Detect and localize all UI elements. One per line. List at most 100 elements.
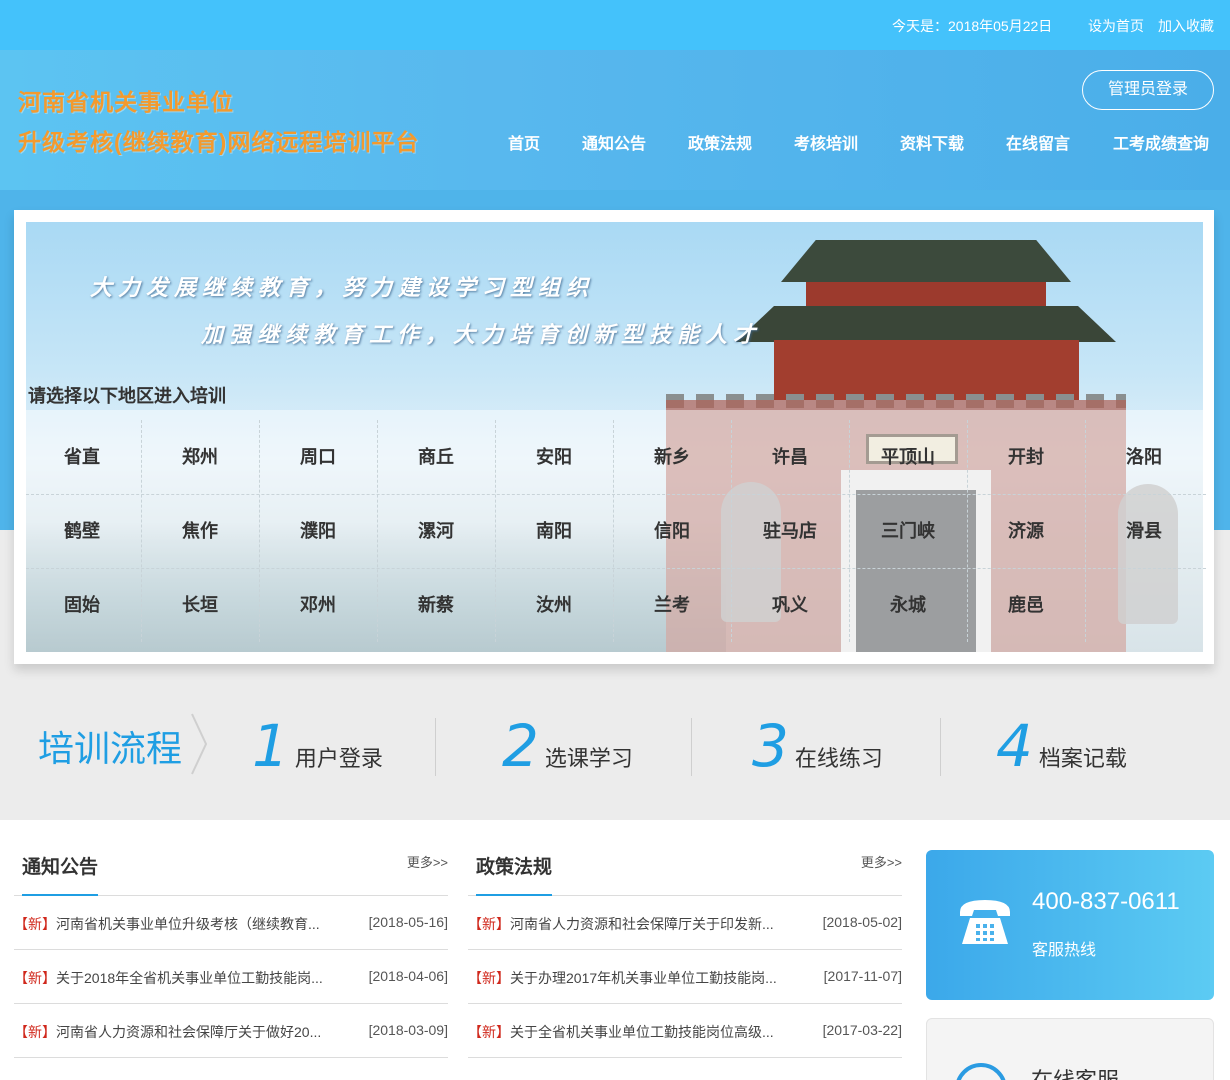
region-link[interactable]: 汝州 bbox=[495, 568, 613, 642]
region-link[interactable]: 商丘 bbox=[377, 420, 495, 494]
flow-step-archive: 4 档案记载 bbox=[996, 712, 1127, 782]
policy-date: [2018-05-02] bbox=[822, 914, 902, 930]
region-link[interactable]: 许昌 bbox=[731, 420, 849, 494]
region-link[interactable]: 焦作 bbox=[141, 494, 259, 568]
new-tag: 【新】 bbox=[14, 1024, 56, 1040]
notices-more-link[interactable]: 更多>> bbox=[407, 852, 448, 871]
policy-item[interactable]: 【新】 关于全省机关事业单位工勤技能岗位高级... [2017-03-22] bbox=[468, 1004, 902, 1058]
headset-icon bbox=[955, 1063, 1007, 1080]
region-link[interactable]: 平顶山 bbox=[849, 420, 967, 494]
region-link[interactable]: 永城 bbox=[849, 568, 967, 642]
admin-login-button[interactable]: 管理员登录 bbox=[1082, 70, 1214, 110]
nav-policies[interactable]: 政策法规 bbox=[688, 130, 752, 154]
region-link[interactable]: 济源 bbox=[967, 494, 1085, 568]
notice-title: 关于2018年全省机关事业单位工勤技能岗... bbox=[56, 970, 323, 986]
policies-panel: 政策法规 更多>> 【新】 河南省人力资源和社会保障厅关于印发新... [201… bbox=[468, 846, 902, 1058]
policy-title: 河南省人力资源和社会保障厅关于印发新... bbox=[510, 916, 774, 932]
region-link[interactable]: 信阳 bbox=[613, 494, 731, 568]
region-grid: 省直 郑州 周口 商丘 安阳 新乡 许昌 平顶山 开封 洛阳 鹤壁 焦作 濮阳 … bbox=[26, 420, 1206, 642]
nav-downloads[interactable]: 资料下载 bbox=[900, 130, 964, 154]
notice-item[interactable]: 【新】 关于2018年全省机关事业单位工勤技能岗... [2018-04-06] bbox=[14, 950, 448, 1004]
region-link[interactable]: 驻马店 bbox=[731, 494, 849, 568]
flow-step-practice: 3 在线练习 bbox=[752, 712, 883, 782]
gate-floor-upper bbox=[806, 282, 1046, 310]
hotline-number: 400-837-0611 bbox=[1032, 888, 1180, 915]
notices-header: 通知公告 更多>> bbox=[14, 846, 448, 896]
training-flow-title: 培训流程 bbox=[38, 728, 183, 769]
region-select-title: 请选择以下地区进入培训 bbox=[28, 386, 226, 406]
telephone-icon bbox=[960, 900, 1010, 944]
set-home-link[interactable]: 设为首页 bbox=[1088, 16, 1144, 36]
online-service-label: 在线客服 bbox=[1031, 1063, 1119, 1080]
step-label: 在线练习 bbox=[794, 746, 883, 771]
gate-floor-lower bbox=[774, 340, 1079, 400]
step-label: 档案记载 bbox=[1038, 746, 1127, 771]
policy-title: 关于全省机关事业单位工勤技能岗位高级... bbox=[510, 1024, 774, 1040]
region-link[interactable]: 鹿邑 bbox=[967, 568, 1085, 642]
online-service-card[interactable]: 在线客服 bbox=[926, 1018, 1214, 1080]
region-link[interactable]: 长垣 bbox=[141, 568, 259, 642]
region-link[interactable]: 兰考 bbox=[613, 568, 731, 642]
notice-title: 河南省人力资源和社会保障厅关于做好20... bbox=[56, 1024, 322, 1040]
region-link[interactable]: 滑县 bbox=[1085, 494, 1203, 568]
flow-step-login: 1 用户登录 bbox=[252, 712, 383, 782]
notice-title: 河南省机关事业单位升级考核（继续教育... bbox=[56, 916, 320, 932]
step-number: 4 bbox=[996, 712, 1033, 780]
notices-panel: 通知公告 更多>> 【新】 河南省机关事业单位升级考核（继续教育... [201… bbox=[14, 846, 448, 1058]
region-link[interactable]: 鹤壁 bbox=[23, 494, 141, 568]
step-number: 2 bbox=[502, 712, 539, 780]
banner-slogan-1: 大力发展继续教育，努力建设学习型组织 bbox=[90, 275, 595, 301]
policies-more-link[interactable]: 更多>> bbox=[861, 852, 902, 871]
policy-date: [2017-03-22] bbox=[822, 1022, 902, 1038]
new-tag: 【新】 bbox=[14, 916, 56, 932]
notice-item[interactable]: 【新】 河南省人力资源和社会保障厅关于做好20... [2018-03-09] bbox=[14, 1004, 448, 1058]
nav-training[interactable]: 考核培训 bbox=[794, 130, 858, 154]
region-link[interactable]: 安阳 bbox=[495, 420, 613, 494]
step-label: 选课学习 bbox=[544, 746, 633, 771]
nav-home[interactable]: 首页 bbox=[508, 130, 540, 154]
new-tag: 【新】 bbox=[468, 970, 510, 986]
region-link[interactable]: 邓州 bbox=[259, 568, 377, 642]
step-number: 3 bbox=[752, 712, 789, 780]
policies-header: 政策法规 更多>> bbox=[468, 846, 902, 896]
region-link[interactable]: 巩义 bbox=[731, 568, 849, 642]
nav-notices[interactable]: 通知公告 bbox=[582, 130, 646, 154]
hotline-label: 客服热线 bbox=[1032, 942, 1097, 959]
region-link[interactable]: 南阳 bbox=[495, 494, 613, 568]
new-tag: 【新】 bbox=[468, 1024, 510, 1040]
chevron-right-icon bbox=[191, 713, 208, 775]
new-tag: 【新】 bbox=[14, 970, 56, 986]
region-link[interactable]: 开封 bbox=[967, 420, 1085, 494]
region-link[interactable]: 新蔡 bbox=[377, 568, 495, 642]
step-label: 用户登录 bbox=[294, 746, 383, 771]
notice-date: [2018-05-16] bbox=[368, 914, 448, 930]
flow-step-study: 2 选课学习 bbox=[502, 712, 633, 782]
nav-messages[interactable]: 在线留言 bbox=[1006, 130, 1070, 154]
site-header: 河南省机关事业单位 升级考核(继续教育)网络远程培训平台 管理员登录 首页 通知… bbox=[0, 50, 1230, 190]
brand-line-1: 河南省机关事业单位 bbox=[18, 89, 234, 115]
step-divider bbox=[435, 718, 436, 776]
step-number: 1 bbox=[252, 712, 289, 780]
new-tag: 【新】 bbox=[468, 916, 510, 932]
region-link[interactable]: 固始 bbox=[23, 568, 141, 642]
policy-date: [2017-11-07] bbox=[823, 968, 902, 984]
region-link[interactable]: 郑州 bbox=[141, 420, 259, 494]
policy-item[interactable]: 【新】 河南省人力资源和社会保障厅关于印发新... [2018-05-02] bbox=[468, 896, 902, 950]
date-text: 今天是：2018年05月22日 bbox=[892, 18, 1053, 34]
region-link[interactable]: 省直 bbox=[23, 420, 141, 494]
region-link[interactable]: 新乡 bbox=[613, 420, 731, 494]
policies-title: 政策法规 bbox=[476, 857, 553, 878]
region-link[interactable]: 漯河 bbox=[377, 494, 495, 568]
top-bar: 今天是：2018年05月22日 设为首页 加入收藏 bbox=[0, 0, 1230, 50]
region-link[interactable]: 周口 bbox=[259, 420, 377, 494]
add-favorite-link[interactable]: 加入收藏 bbox=[1158, 16, 1214, 36]
notice-item[interactable]: 【新】 河南省机关事业单位升级考核（继续教育... [2018-05-16] bbox=[14, 896, 448, 950]
nav-score-query[interactable]: 工考成绩查询 bbox=[1113, 130, 1209, 154]
gate-roof-upper bbox=[781, 240, 1071, 282]
region-link[interactable]: 濮阳 bbox=[259, 494, 377, 568]
region-link[interactable]: 洛阳 bbox=[1085, 420, 1203, 494]
region-link[interactable]: 三门峡 bbox=[849, 494, 967, 568]
policy-item[interactable]: 【新】 关于办理2017年机关事业单位工勤技能岗... [2017-11-07] bbox=[468, 950, 902, 1004]
notices-title: 通知公告 bbox=[22, 857, 99, 878]
notice-date: [2018-04-06] bbox=[368, 968, 448, 984]
